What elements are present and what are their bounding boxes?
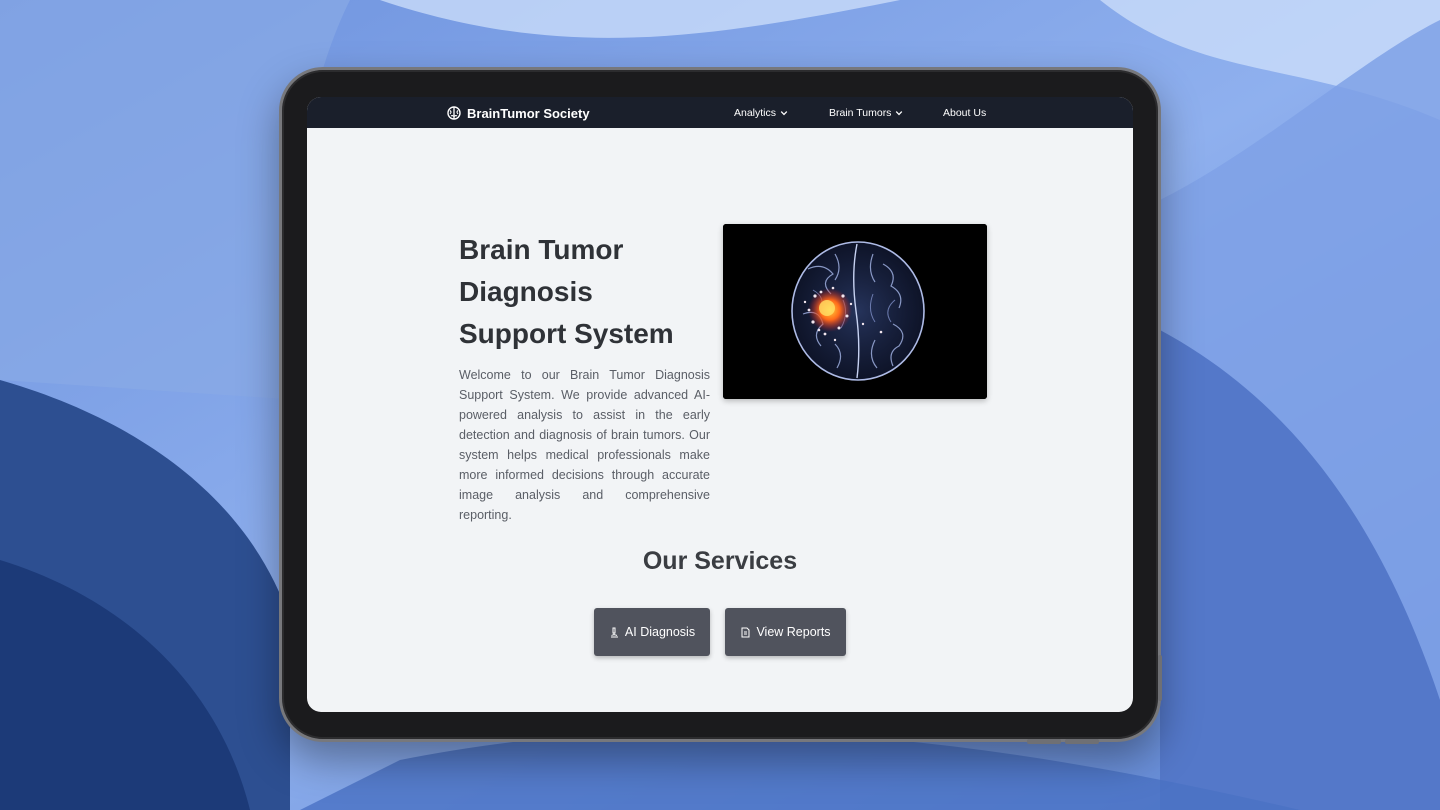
ai-diagnosis-button[interactable]: AI Diagnosis (594, 608, 710, 656)
side-button (1158, 655, 1162, 701)
volume-down-button (1065, 739, 1099, 744)
brand-name: BrainTumor Society (467, 105, 590, 121)
ai-diagnosis-label: AI Diagnosis (624, 625, 696, 639)
nav-brain-tumors-label: Brain Tumors (829, 107, 892, 119)
brand-link[interactable]: BrainTumor Society (447, 103, 590, 123)
services-heading: Our Services (642, 547, 798, 575)
browser-viewport: BrainTumor Society Analytics Brain Tumor… (307, 97, 1133, 712)
volume-up-button (1027, 739, 1061, 744)
chevron-down-icon (895, 109, 903, 117)
hero-title-line: Support System (459, 318, 674, 349)
microscope-icon (609, 627, 620, 638)
hero-title-line: Diagnosis (459, 276, 593, 307)
nav-analytics-label: Analytics (734, 107, 777, 119)
nav-about-us-label: About Us (943, 107, 987, 119)
view-reports-label: View Reports (756, 625, 831, 639)
hero-description: Welcome to our Brain Tumor Diagnosis Sup… (459, 368, 710, 522)
nav-brain-tumors[interactable]: Brain Tumors (829, 105, 903, 121)
navbar: BrainTumor Society Analytics Brain Tumor… (307, 97, 1133, 128)
document-icon (740, 627, 751, 638)
chevron-down-icon (780, 109, 788, 117)
view-reports-button[interactable]: View Reports (725, 608, 846, 656)
hero-title: Brain Tumor Diagnosis Support System (459, 229, 719, 355)
brain-scan-image (723, 224, 987, 399)
brain-icon (447, 106, 461, 120)
nav-about-us[interactable]: About Us (943, 105, 986, 121)
nav-analytics[interactable]: Analytics (734, 105, 788, 121)
hero-title-line: Brain Tumor (459, 234, 624, 265)
